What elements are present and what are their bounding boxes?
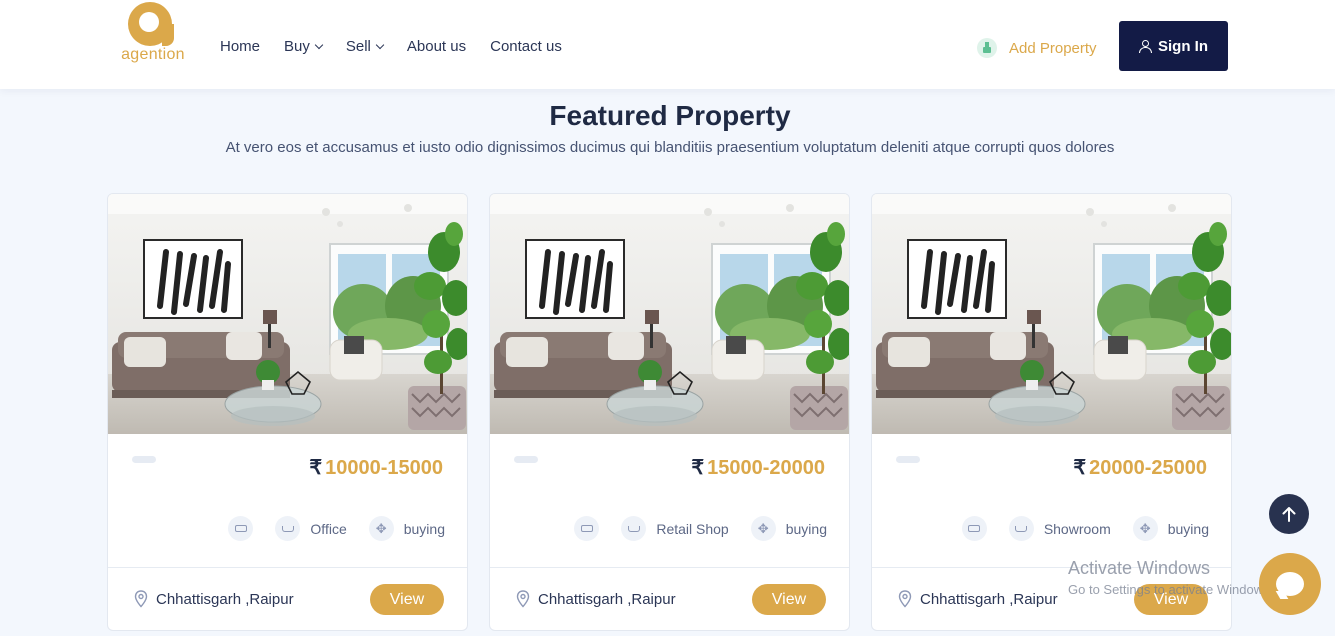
map-pin-icon xyxy=(898,590,912,608)
move-icon: ✥ xyxy=(1132,516,1158,541)
price: ₹10000-15000 xyxy=(309,457,443,479)
property-card: ₹15000-20000 Retail Shop ✥ buying Chhatti… xyxy=(489,193,850,631)
sign-in-button[interactable]: Sign In xyxy=(1119,21,1228,71)
arrow-up-icon xyxy=(1282,507,1296,522)
add-property-label: Add Property xyxy=(1009,39,1097,57)
add-property-link[interactable]: Add Property xyxy=(977,38,1097,58)
property-card: ₹20000-25000 Showroom ✥ buying Chhattisga… xyxy=(871,193,1232,631)
site-header: agention Home Buy Sell About us Contact … xyxy=(0,0,1335,89)
map-pin-icon xyxy=(134,590,148,608)
bath-icon xyxy=(275,516,301,541)
price: ₹15000-20000 xyxy=(691,457,825,479)
user-icon xyxy=(1139,40,1152,53)
move-icon: ✥ xyxy=(750,516,776,541)
nav-home[interactable]: Home xyxy=(220,38,260,55)
bed-icon xyxy=(961,516,987,541)
logo-mark-icon xyxy=(128,2,174,46)
logo-text: agention xyxy=(121,46,185,63)
tag-placeholder xyxy=(132,456,156,463)
chevron-down-icon xyxy=(314,40,324,50)
tag-placeholder xyxy=(514,456,538,463)
chat-widget-button[interactable] xyxy=(1259,553,1321,615)
tag-placeholder xyxy=(896,456,920,463)
feature-row: Showroom ✥ buying xyxy=(940,516,1209,541)
type-feature: Office xyxy=(275,516,347,541)
purpose-feature: ✥ buying xyxy=(368,516,445,541)
view-button[interactable]: View xyxy=(752,584,826,615)
bath-icon xyxy=(621,516,647,541)
bath-icon xyxy=(1008,516,1034,541)
plant-icon xyxy=(977,38,997,58)
divider xyxy=(490,567,849,568)
nav-contact[interactable]: Contact us xyxy=(490,38,562,55)
section-subtitle: At vero eos et accusamus et iusto odio d… xyxy=(225,139,1115,156)
location: Chhattisgarh ,Raipur xyxy=(134,590,294,608)
scroll-to-top-button[interactable] xyxy=(1269,494,1309,534)
feature-row: Retail Shop ✥ buying xyxy=(552,516,827,541)
bed-feature xyxy=(961,516,987,541)
move-icon: ✥ xyxy=(368,516,394,541)
nav-buy[interactable]: Buy xyxy=(284,38,324,55)
type-feature: Showroom xyxy=(1008,516,1111,541)
main-nav: Home Buy Sell About us Contact us xyxy=(220,38,586,55)
divider xyxy=(872,567,1231,568)
view-button[interactable]: View xyxy=(1134,584,1208,615)
location: Chhattisgarh ,Raipur xyxy=(898,590,1058,608)
logo[interactable]: agention xyxy=(118,2,188,68)
purpose-feature: ✥ buying xyxy=(1132,516,1209,541)
section-title: Featured Property xyxy=(549,100,791,131)
map-pin-icon xyxy=(516,590,530,608)
location: Chhattisgarh ,Raipur xyxy=(516,590,676,608)
nav-sell[interactable]: Sell xyxy=(346,38,385,55)
property-photo[interactable] xyxy=(108,194,467,434)
divider xyxy=(108,567,467,568)
purpose-feature: ✥ buying xyxy=(750,516,827,541)
bed-icon xyxy=(228,516,254,541)
property-photo[interactable] xyxy=(872,194,1231,434)
feature-row: Office ✥ buying xyxy=(206,516,445,541)
type-feature: Retail Shop xyxy=(621,516,729,541)
property-photo[interactable] xyxy=(490,194,849,434)
chevron-down-icon xyxy=(375,40,385,50)
property-card: ₹10000-15000 Office ✥ buying Chhattisgarh… xyxy=(107,193,468,631)
sign-in-label: Sign In xyxy=(1158,37,1208,55)
price: ₹20000-25000 xyxy=(1073,457,1207,479)
bed-feature xyxy=(574,516,600,541)
bed-icon xyxy=(574,516,600,541)
bed-feature xyxy=(228,516,254,541)
nav-about[interactable]: About us xyxy=(407,38,466,55)
view-button[interactable]: View xyxy=(370,584,444,615)
chat-bubble-icon xyxy=(1276,572,1304,596)
